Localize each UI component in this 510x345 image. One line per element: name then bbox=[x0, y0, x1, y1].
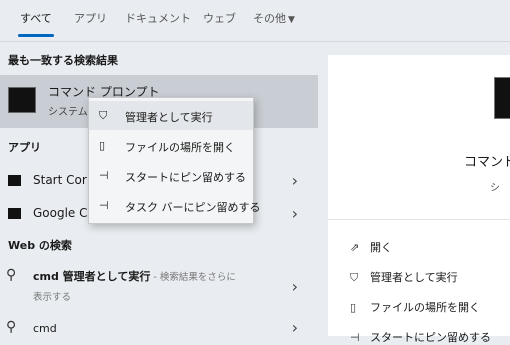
menu-item-pin-taskbar[interactable]: ⊣ タスク バーにピン留めする bbox=[89, 191, 261, 220]
action-pin-start-label: スタートにピン留めする bbox=[370, 331, 491, 344]
tab-web[interactable]: ウェブ bbox=[203, 10, 236, 32]
web-result-hint: - 検索結果をさらに bbox=[150, 272, 236, 283]
shield-icon: ⛉ bbox=[99, 109, 108, 122]
tab-bar: すべて アプリ ドキュメント ウェブ その他 ▼ bbox=[0, 0, 510, 42]
menu-item-pin-start[interactable]: ⊣ スタートにピン留めする bbox=[89, 161, 253, 190]
chevron-down-icon: ▼ bbox=[288, 15, 295, 25]
app-icon bbox=[8, 175, 21, 186]
chevron-right-icon[interactable]: › bbox=[292, 277, 298, 296]
action-open[interactable]: ⇗ 開く bbox=[350, 239, 392, 255]
action-open-file-location[interactable]: ▯ ファイルの場所を開く bbox=[350, 299, 480, 315]
web-result-query: cmd 管理者として実行 bbox=[33, 270, 151, 283]
menu-item-label: タスク バーにピン留めする bbox=[125, 201, 261, 214]
best-match-subtitle: システム bbox=[48, 107, 88, 118]
section-best-match: 最も一致する検索結果 bbox=[8, 54, 118, 67]
context-menu: ⛉ 管理者として実行 ▯ ファイルの場所を開く ⊣ スタートにピン留めする ⊣ … bbox=[88, 97, 261, 224]
folder-icon: ▯ bbox=[350, 301, 357, 314]
tab-more-label: その他 bbox=[253, 12, 286, 25]
app-icon bbox=[8, 208, 21, 219]
action-run-as-admin-label: 管理者として実行 bbox=[370, 271, 458, 284]
section-apps: アプリ bbox=[8, 141, 41, 154]
details-title: コマンド bbox=[464, 155, 510, 170]
app-label: Google C bbox=[33, 206, 88, 220]
tab-all[interactable]: すべて bbox=[18, 10, 54, 37]
menu-item-open-file-location[interactable]: ▯ ファイルの場所を開く bbox=[89, 131, 253, 160]
app-label: Start Cor bbox=[33, 173, 87, 187]
web-result-text-2: cmd bbox=[33, 322, 57, 335]
tab-more[interactable]: その他 ▼ bbox=[253, 10, 295, 32]
chevron-right-icon[interactable]: › bbox=[292, 204, 298, 223]
details-pane: コマンド シ ⇗ 開く ⛉ 管理者として実行 ▯ ファイルの場所を開く ⊣ スタートにピ… bbox=[328, 55, 510, 344]
pin-icon: ⊣ bbox=[350, 331, 360, 344]
menu-item-label: スタートにピン留めする bbox=[125, 171, 246, 184]
action-open-file-location-label: ファイルの場所を開く bbox=[370, 301, 480, 314]
shield-icon: ⛉ bbox=[350, 271, 359, 284]
web-result-item-2[interactable]: ⚲ cmd › bbox=[0, 318, 318, 338]
details-subtitle: シ bbox=[490, 183, 500, 194]
search-panel: すべて アプリ ドキュメント ウェブ その他 ▼ 最も一致する検索結果 コマンド … bbox=[0, 0, 510, 344]
web-result-hint-2: 表示する bbox=[33, 292, 72, 303]
divider bbox=[328, 219, 510, 220]
command-prompt-large-icon bbox=[494, 77, 510, 119]
menu-item-label: ファイルの場所を開く bbox=[125, 141, 235, 154]
action-run-as-admin[interactable]: ⛉ 管理者として実行 bbox=[350, 269, 458, 285]
web-result-text: cmd 管理者として実行 - 検索結果をさらに 表示する bbox=[33, 267, 236, 307]
action-pin-start[interactable]: ⊣ スタートにピン留めする bbox=[350, 329, 491, 345]
action-open-label: 開く bbox=[370, 241, 392, 254]
pin-icon: ⊣ bbox=[99, 199, 109, 212]
section-web-search: Web の検索 bbox=[8, 239, 72, 252]
command-prompt-icon bbox=[8, 87, 36, 113]
tab-apps[interactable]: アプリ bbox=[74, 10, 107, 32]
search-icon: ⚲ bbox=[6, 267, 17, 283]
chevron-right-icon[interactable]: › bbox=[292, 318, 298, 337]
folder-icon: ▯ bbox=[99, 139, 106, 152]
web-result-item[interactable]: ⚲ cmd 管理者として実行 - 検索結果をさらに 表示する › bbox=[0, 265, 318, 307]
tab-documents[interactable]: ドキュメント bbox=[125, 10, 191, 32]
open-icon: ⇗ bbox=[350, 241, 360, 254]
chevron-right-icon[interactable]: › bbox=[292, 171, 298, 190]
search-icon: ⚲ bbox=[6, 319, 17, 335]
menu-item-run-as-admin[interactable]: ⛉ 管理者として実行 bbox=[89, 101, 253, 130]
pin-icon: ⊣ bbox=[99, 169, 109, 182]
menu-item-label: 管理者として実行 bbox=[125, 111, 213, 124]
